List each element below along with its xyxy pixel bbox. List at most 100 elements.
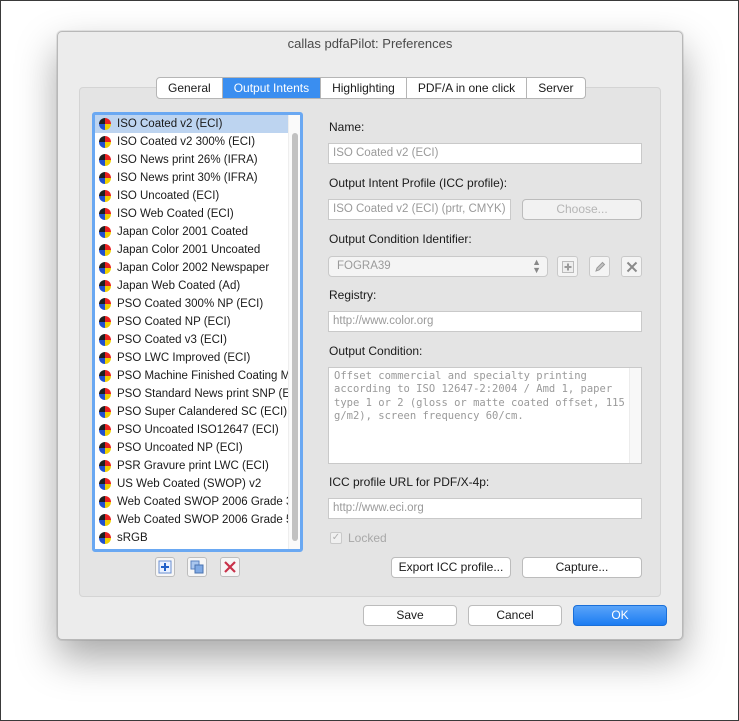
delete-identifier-button[interactable]	[621, 256, 642, 277]
list-item[interactable]: Japan Color 2001 Uncoated	[95, 241, 288, 259]
output-condition-field[interactable]: Offset commercial and specialty printing…	[328, 367, 642, 464]
list-item-label: Japan Color 2001 Uncoated	[117, 244, 261, 256]
list-item[interactable]: US Web Coated (SWOP) v2	[95, 475, 288, 493]
list-item-label: Japan Web Coated (Ad)	[117, 280, 241, 292]
icc-profile-icon	[99, 460, 111, 472]
icc-profile-icon	[99, 532, 111, 544]
tab-pdfa-one-click[interactable]: PDF/A in one click	[407, 78, 528, 98]
list-item[interactable]: Japan Color 2001 Coated	[95, 223, 288, 241]
icc-profile-icon	[99, 226, 111, 238]
icc-profile-icon	[99, 388, 111, 400]
icc-profile-icon	[99, 316, 111, 328]
list-item[interactable]: PSO Coated 300% NP (ECI)	[95, 295, 288, 313]
list-item-label: Web Coated SWOP 2006 Grade 3	[117, 496, 288, 508]
registry-label: Registry:	[329, 288, 377, 302]
delete-profile-button[interactable]	[220, 557, 240, 577]
list-item[interactable]: Japan Web Coated (Ad)	[95, 277, 288, 295]
list-item-label: US Web Coated (SWOP) v2	[117, 478, 262, 490]
list-item[interactable]: Web Coated SWOP 2006 Grade 5	[95, 511, 288, 529]
list-item-label: PSO Coated v3 (ECI)	[117, 334, 227, 346]
list-scroll-thumb[interactable]	[292, 133, 298, 541]
icc-profile-field[interactable]: ISO Coated v2 (ECI) (prtr, CMYK)	[328, 199, 511, 220]
output-intent-list[interactable]: ISO Coated v2 (ECI) ISO Coated v2 300% (E…	[92, 112, 303, 552]
output-condition-scrollbar[interactable]	[629, 368, 641, 463]
condition-identifier-select[interactable]: FOGRA39 ▲ ▼	[328, 256, 548, 277]
icc-url-label: ICC profile URL for PDF/X-4p:	[329, 475, 490, 489]
name-label: Name:	[329, 120, 365, 134]
duplicate-profile-button[interactable]	[187, 557, 207, 577]
list-item[interactable]: PSO Machine Finished Coating M	[95, 367, 288, 385]
tab-highlighting[interactable]: Highlighting	[321, 78, 407, 98]
capture-button[interactable]: Capture...	[522, 557, 642, 578]
list-item-label: PSO Standard News print SNP (E	[117, 388, 288, 400]
tab-server[interactable]: Server	[527, 78, 584, 98]
window-title: callas pdfaPilot: Preferences	[287, 36, 453, 51]
tab-output-intents[interactable]: Output Intents	[222, 78, 322, 98]
icc-profile-icon	[99, 424, 111, 436]
list-item[interactable]: ISO Web Coated (ECI)	[95, 205, 288, 223]
pencil-icon	[594, 261, 605, 272]
list-item[interactable]: PSO Uncoated ISO12647 (ECI)	[95, 421, 288, 439]
list-item-label: PSO Super Calandered SC (ECI)	[117, 406, 288, 418]
condition-identifier-label: Output Condition Identifier:	[329, 232, 472, 246]
edit-identifier-button[interactable]	[589, 256, 610, 277]
icc-profile-label: Output Intent Profile (ICC profile):	[329, 176, 508, 190]
list-item[interactable]: PSO Coated NP (ECI)	[95, 313, 288, 331]
list-item-label: sRGB	[117, 532, 148, 544]
icc-profile-icon	[99, 370, 111, 382]
list-scrollbar[interactable]	[288, 115, 300, 549]
icc-profile-icon	[99, 352, 111, 364]
list-item[interactable]: ISO News print 26% (IFRA)	[95, 151, 288, 169]
list-item[interactable]: Japan Color 2002 Newspaper	[95, 259, 288, 277]
icc-profile-icon	[99, 478, 111, 490]
list-item[interactable]: ISO News print 30% (IFRA)	[95, 169, 288, 187]
list-item[interactable]: Web Coated SWOP 2006 Grade 3	[95, 493, 288, 511]
list-item[interactable]: ISO Uncoated (ECI)	[95, 187, 288, 205]
delete-x-icon	[224, 561, 236, 573]
delete-x-icon	[626, 261, 637, 272]
icc-profile-icon	[99, 406, 111, 418]
list-item[interactable]: PSO Coated v3 (ECI)	[95, 331, 288, 349]
list-item[interactable]: ISO Coated v2 (ECI)	[95, 115, 288, 133]
cancel-button[interactable]: Cancel	[468, 605, 562, 626]
condition-identifier-value: FOGRA39	[337, 260, 391, 272]
list-item-label: PSO Machine Finished Coating M	[117, 370, 288, 382]
locked-label: Locked	[348, 531, 387, 545]
icc-profile-icon	[99, 172, 111, 184]
list-item-label: Web Coated SWOP 2006 Grade 5	[117, 514, 288, 526]
save-button[interactable]: Save	[363, 605, 457, 626]
icc-profile-icon	[99, 154, 111, 166]
list-item-label: ISO News print 30% (IFRA)	[117, 172, 258, 184]
list-item-label: ISO Uncoated (ECI)	[117, 190, 220, 202]
ok-button[interactable]: OK	[573, 605, 667, 626]
list-item-label: ISO Coated v2 (ECI)	[117, 118, 223, 130]
choose-button[interactable]: Choose...	[522, 199, 642, 220]
name-field[interactable]: ISO Coated v2 (ECI)	[328, 143, 642, 164]
icc-url-field[interactable]: http://www.eci.org	[328, 498, 642, 519]
locked-checkbox[interactable]: ✓	[330, 532, 342, 544]
list-item-label: PSO Uncoated ISO12647 (ECI)	[117, 424, 279, 436]
list-item-label: PSR Gravure print LWC (ECI)	[117, 460, 269, 472]
list-item[interactable]: PSO Uncoated NP (ECI)	[95, 439, 288, 457]
icc-profile-icon	[99, 496, 111, 508]
preferences-window: callas pdfaPilot: Preferences General Ou…	[57, 31, 683, 640]
list-item[interactable]: PSO LWC Improved (ECI)	[95, 349, 288, 367]
registry-field[interactable]: http://www.color.org	[328, 311, 642, 332]
list-item[interactable]: PSO Super Calandered SC (ECI)	[95, 403, 288, 421]
tab-general[interactable]: General	[157, 78, 223, 98]
list-item[interactable]: sRGB	[95, 529, 288, 547]
list-item-label: Japan Color 2001 Coated	[117, 226, 249, 238]
add-icon	[561, 260, 574, 273]
icc-profile-icon	[99, 442, 111, 454]
list-item[interactable]: PSO Standard News print SNP (E	[95, 385, 288, 403]
list-item[interactable]: ISO Coated v2 300% (ECI)	[95, 133, 288, 151]
updown-arrows-icon: ▲ ▼	[532, 257, 541, 275]
icc-profile-icon	[99, 208, 111, 220]
icc-profile-icon	[99, 298, 111, 310]
export-icc-profile-button[interactable]: Export ICC profile...	[391, 557, 511, 578]
list-item[interactable]: PSR Gravure print LWC (ECI)	[95, 457, 288, 475]
list-item-label: ISO Coated v2 300% (ECI)	[117, 136, 256, 148]
icc-profile-icon	[99, 334, 111, 346]
add-identifier-button[interactable]	[557, 256, 578, 277]
add-profile-button[interactable]	[155, 557, 175, 577]
